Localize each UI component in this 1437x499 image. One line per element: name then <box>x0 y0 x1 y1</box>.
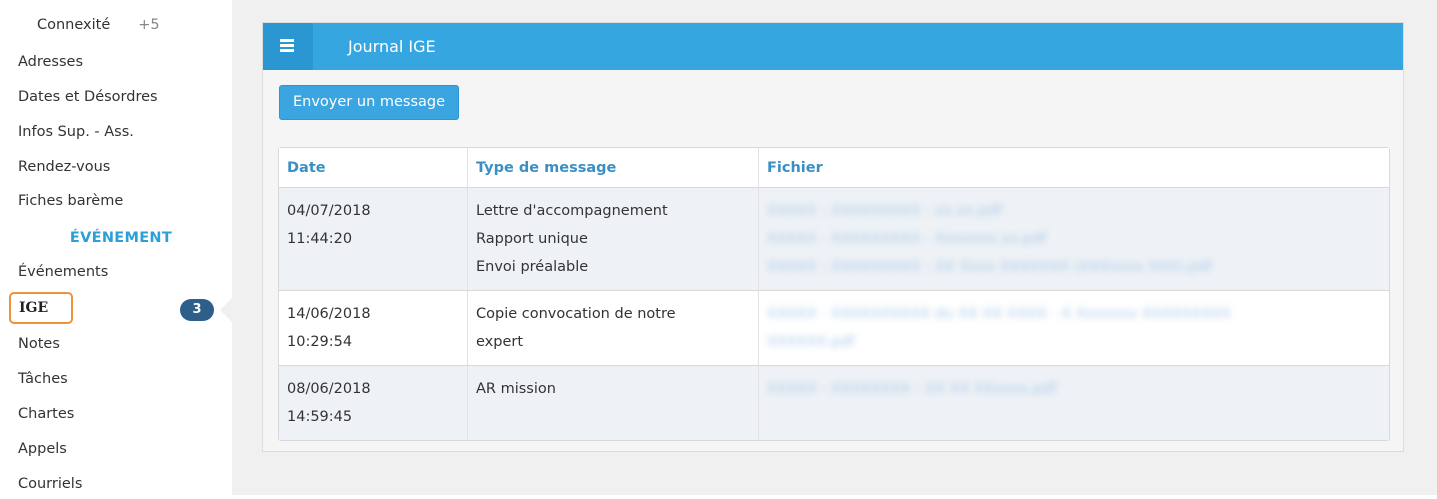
column-header-type[interactable]: Type de message <box>468 148 759 188</box>
sidebar-item-connexite[interactable]: Connexité +5 <box>37 10 160 40</box>
panel-title: Journal IGE <box>348 37 436 56</box>
message-type: expert <box>476 334 524 350</box>
table-row: 08/06/2018 14:59:45 AR mission XXXXX - X… <box>279 366 1389 440</box>
table-row: 14/06/2018 10:29:54 Copie convocation de… <box>279 291 1389 366</box>
ige-journal-table: Date Type de message Fichier 04/07/2018 … <box>278 147 1390 441</box>
sidebar-item-fiches-bareme[interactable]: Fiches barème <box>18 186 123 216</box>
sidebar-item-notes[interactable]: Notes <box>18 329 60 359</box>
journal-ige-panel: Journal IGE Envoyer un message Date Type… <box>262 22 1404 452</box>
type-cell: Copie convocation de notre expert <box>468 291 759 366</box>
type-cell: Lettre d'accompagnement Rapport unique E… <box>468 188 759 291</box>
table-header-row: Date Type de message Fichier <box>279 148 1389 188</box>
type-cell: AR mission <box>468 366 759 440</box>
file-cell: XXXXX - XXXXXXXXX - xx.xx.pdf XXXXX - XX… <box>759 188 1389 291</box>
active-pointer-arrow <box>220 298 232 322</box>
column-header-date[interactable]: Date <box>279 148 468 188</box>
file-link[interactable]: XXXXX - XXXXXXXXXX du XX XX XXXX - X Xxx… <box>767 300 1381 328</box>
message-type: Envoi préalable <box>476 259 589 275</box>
time-value: 11:44:20 <box>287 231 353 247</box>
file-link[interactable]: XXXXX - XXXXXXXXX - Xxxxxxx.xx.pdf <box>767 225 1381 253</box>
time-value: 10:29:54 <box>287 334 353 350</box>
date-cell: 04/07/2018 11:44:20 <box>279 188 468 291</box>
column-header-file[interactable]: Fichier <box>759 148 1389 188</box>
date-value: 04/07/2018 <box>287 203 371 219</box>
file-link[interactable]: XXXXX - XXXXXXXX - XX XX XXxxxx.pdf <box>767 375 1381 403</box>
file-cell: XXXXX - XXXXXXXXXX du XX XX XXXX - X Xxx… <box>759 291 1389 366</box>
hamburger-icon[interactable] <box>263 23 313 70</box>
file-link[interactable]: XXXXXX.pdf <box>767 328 1381 356</box>
date-value: 14/06/2018 <box>287 306 371 322</box>
file-link[interactable]: XXXXX - XXXXXXXXX - xx.xx.pdf <box>767 197 1381 225</box>
sidebar: Connexité +5 Adresses Dates et Désordres … <box>0 0 232 495</box>
sidebar-item-evenements[interactable]: Événements <box>18 257 108 287</box>
file-link[interactable]: XXXXX - XXXXXXXXX - XX Xxxx XXXXXXX (XXX… <box>767 253 1381 281</box>
sidebar-item-rendez-vous[interactable]: Rendez-vous <box>18 152 110 182</box>
date-cell: 14/06/2018 10:29:54 <box>279 291 468 366</box>
sidebar-item-ige[interactable]: IGE <box>9 292 73 324</box>
sidebar-item-chartes[interactable]: Chartes <box>18 399 74 429</box>
send-message-button[interactable]: Envoyer un message <box>279 85 460 120</box>
sidebar-section-evenement: ÉVÉNEMENT <box>69 230 173 246</box>
sidebar-item-taches[interactable]: Tâches <box>18 364 68 394</box>
message-type: Rapport unique <box>476 231 588 247</box>
ige-count-badge: 3 <box>180 299 214 321</box>
time-value: 14:59:45 <box>287 409 353 425</box>
message-type: Copie convocation de notre <box>476 306 676 322</box>
message-type: Lettre d'accompagnement <box>476 203 668 219</box>
connexite-count: +5 <box>138 17 160 33</box>
panel-header: Journal IGE <box>263 23 1403 70</box>
main-content: Journal IGE Envoyer un message Date Type… <box>232 0 1437 495</box>
file-cell: XXXXX - XXXXXXXX - XX XX XXxxxx.pdf <box>759 366 1389 440</box>
date-cell: 08/06/2018 14:59:45 <box>279 366 468 440</box>
sidebar-item-dates-desordres[interactable]: Dates et Désordres <box>18 82 158 112</box>
table-row: 04/07/2018 11:44:20 Lettre d'accompagnem… <box>279 188 1389 291</box>
date-value: 08/06/2018 <box>287 381 371 397</box>
sidebar-item-appels[interactable]: Appels <box>18 434 67 464</box>
sidebar-item-adresses[interactable]: Adresses <box>18 47 83 77</box>
message-type: AR mission <box>476 381 556 397</box>
sidebar-item-infos-sup[interactable]: Infos Sup. - Ass. <box>18 117 134 147</box>
sidebar-item-label: Connexité <box>37 17 111 33</box>
